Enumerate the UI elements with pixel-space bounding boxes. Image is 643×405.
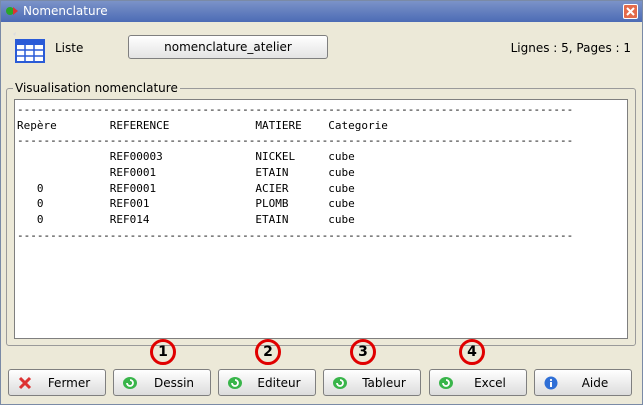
table-icon bbox=[13, 32, 45, 63]
report-content: ----------------------------------------… bbox=[17, 103, 574, 242]
refresh-icon bbox=[333, 377, 347, 389]
list-select-button[interactable]: nomenclature_atelier bbox=[128, 35, 328, 59]
dessin-button[interactable]: Dessin bbox=[113, 369, 211, 396]
fermer-label: Fermer bbox=[47, 376, 91, 390]
callout-marker-2: 2 bbox=[255, 339, 281, 365]
refresh-icon bbox=[439, 377, 453, 389]
list-label: Liste bbox=[55, 41, 84, 55]
dessin-label: Dessin bbox=[153, 376, 195, 390]
fermer-button[interactable]: Fermer bbox=[8, 369, 106, 396]
aide-button[interactable]: Aide bbox=[534, 369, 632, 396]
visualisation-group: Visualisation nomenclature -------------… bbox=[6, 81, 636, 346]
excel-button[interactable]: Excel bbox=[429, 369, 527, 396]
refresh-icon bbox=[123, 377, 137, 389]
group-legend: Visualisation nomenclature bbox=[13, 81, 180, 95]
aide-label: Aide bbox=[581, 376, 609, 390]
callout-marker-4: 4 bbox=[459, 339, 485, 365]
close-icon bbox=[626, 7, 635, 16]
close-x-icon bbox=[18, 376, 32, 390]
editeur-button[interactable]: Editeur bbox=[218, 369, 316, 396]
page-info: Lignes : 5, Pages : 1 bbox=[510, 41, 631, 55]
report-text-area[interactable]: ----------------------------------------… bbox=[14, 99, 628, 339]
title-bar[interactable]: Nomenclature bbox=[1, 1, 642, 22]
info-icon bbox=[544, 376, 558, 390]
header-row: Liste nomenclature_atelier Lignes : 5, P… bbox=[1, 22, 642, 74]
close-button[interactable] bbox=[623, 4, 638, 19]
excel-label: Excel bbox=[474, 376, 506, 390]
tableur-button[interactable]: Tableur bbox=[323, 369, 421, 396]
callout-marker-3: 3 bbox=[350, 339, 376, 365]
window-title: Nomenclature bbox=[23, 4, 108, 18]
editeur-label: Editeur bbox=[257, 376, 301, 390]
callout-marker-1: 1 bbox=[150, 339, 176, 365]
nomenclature-window: Nomenclature Liste nomenclature_atelier … bbox=[0, 0, 643, 405]
app-icon bbox=[6, 7, 18, 15]
tableur-label: Tableur bbox=[362, 376, 406, 390]
refresh-icon bbox=[228, 377, 242, 389]
